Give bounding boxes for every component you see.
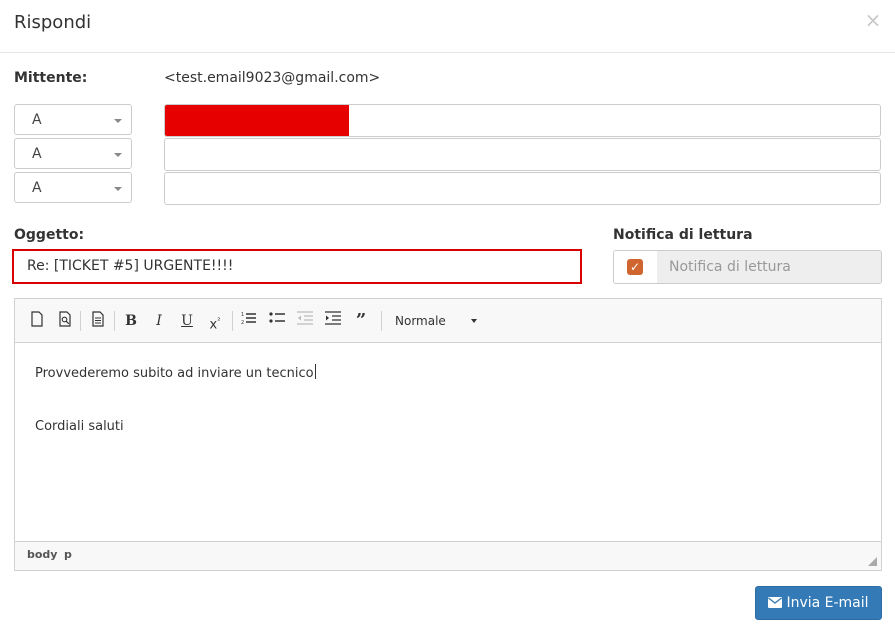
preview-icon[interactable] [55, 311, 75, 331]
send-email-button[interactable]: Invia E-mail [755, 586, 882, 620]
subject-label: Oggetto: [14, 227, 85, 243]
text-cursor [314, 364, 316, 379]
sender-label: Mittente: [14, 70, 88, 86]
svg-text:2: 2 [241, 320, 244, 325]
toolbar-separator [232, 311, 233, 331]
read-receipt-field: Notifica di lettura [657, 251, 881, 283]
svg-text:1: 1 [241, 312, 244, 318]
toolbar-separator [114, 311, 115, 331]
chevron-down-icon [114, 119, 122, 123]
decrease-indent-icon[interactable] [295, 311, 315, 331]
new-document-icon[interactable] [27, 311, 47, 331]
chevron-down-icon [114, 153, 122, 157]
chevron-down-icon [471, 319, 477, 323]
toolbar-separator [381, 311, 382, 331]
editor-toolbar: B I U x² 12 ” Normale [15, 299, 881, 343]
redacted-block [165, 105, 349, 136]
body-line-text: Provvederemo subito ad inviare un tecnic… [35, 366, 314, 381]
subject-input[interactable]: Re: [TICKET #5] URGENTE!!!! [12, 249, 582, 284]
bold-icon[interactable]: B [121, 311, 141, 331]
read-receipt-label: Notifica di lettura [613, 227, 753, 243]
read-receipt-checkbox[interactable]: ✓ [614, 251, 658, 283]
format-select[interactable]: Normale [387, 310, 477, 332]
recipient-type-select-2[interactable]: A [14, 138, 132, 169]
element-path-body[interactable]: body [27, 542, 57, 568]
recipient-type-value: A [32, 180, 42, 196]
read-receipt-group: ✓ Notifica di lettura [613, 250, 882, 284]
recipient-address-input-1[interactable] [164, 104, 881, 137]
resize-handle-icon[interactable] [868, 557, 877, 566]
header-divider [0, 52, 895, 53]
dialog-title: Rispondi [14, 12, 92, 33]
superscript-icon[interactable]: x² [205, 311, 225, 332]
close-icon[interactable]: × [864, 8, 882, 32]
template-icon[interactable] [88, 311, 108, 331]
editor-statusbar: body p [15, 541, 881, 570]
send-email-label: Invia E-mail [786, 595, 869, 611]
format-value: Normale [395, 314, 446, 328]
checkmark-icon: ✓ [627, 259, 643, 275]
recipient-type-value: A [32, 112, 42, 128]
body-line: Cordiali saluti [35, 419, 124, 434]
sender-address: <test.email9023@gmail.com> [164, 70, 381, 86]
rich-text-editor: B I U x² 12 ” Normale Provvederemo subit… [14, 298, 882, 571]
toolbar-separator [80, 311, 81, 331]
numbered-list-icon[interactable]: 12 [239, 311, 259, 331]
editor-content[interactable]: Provvederemo subito ad inviare un tecnic… [15, 343, 881, 542]
recipient-type-select-1[interactable]: A [14, 104, 132, 135]
underline-icon[interactable]: U [177, 311, 197, 331]
recipient-type-select-3[interactable]: A [14, 172, 132, 203]
element-path-p[interactable]: p [64, 542, 72, 568]
recipient-type-value: A [32, 146, 42, 162]
blockquote-icon[interactable]: ” [351, 311, 371, 331]
body-line: Provvederemo subito ad inviare un tecnic… [35, 364, 316, 383]
bulleted-list-icon[interactable] [267, 311, 287, 331]
recipient-address-input-2[interactable] [164, 138, 881, 171]
increase-indent-icon[interactable] [323, 311, 343, 331]
chevron-down-icon [114, 187, 122, 191]
envelope-icon [768, 588, 783, 620]
recipient-address-input-3[interactable] [164, 172, 881, 205]
italic-icon[interactable]: I [149, 311, 169, 331]
